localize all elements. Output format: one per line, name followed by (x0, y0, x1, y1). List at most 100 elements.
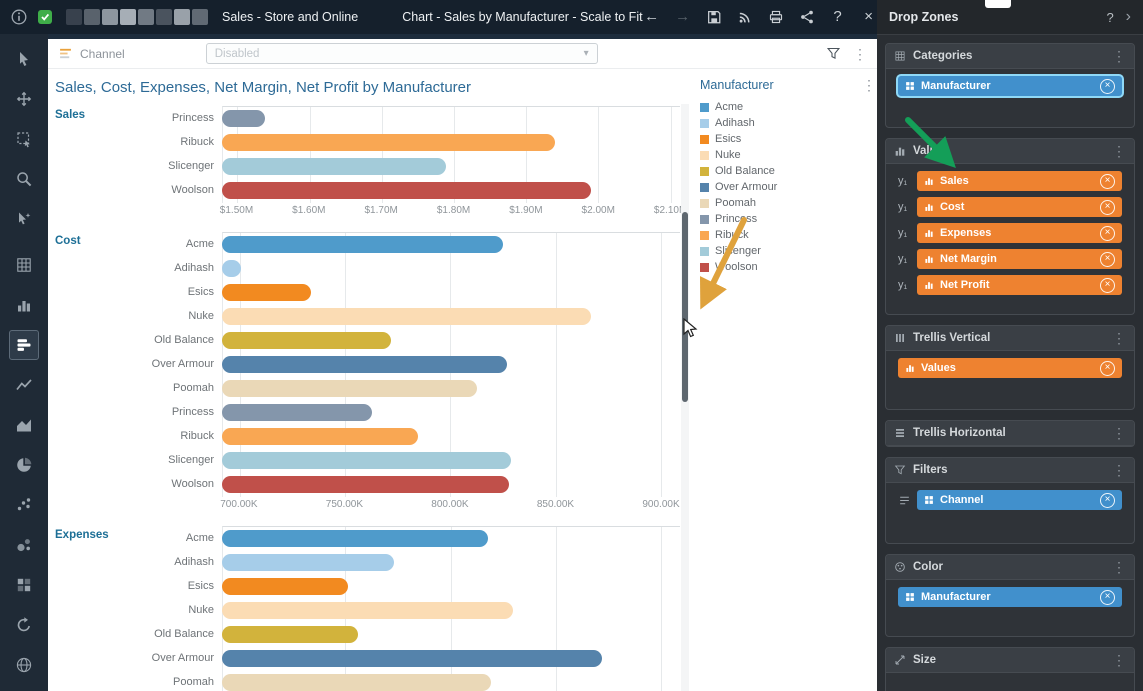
field-chip-net-profit[interactable]: Net Profit× (917, 275, 1122, 295)
field-chip-net-margin[interactable]: Net Margin× (917, 249, 1122, 269)
bar-chart-type[interactable] (9, 330, 39, 360)
data-feed-button[interactable] (736, 8, 754, 26)
panel-scrollbar-thumb[interactable] (985, 0, 1011, 8)
legend-item[interactable]: Nuke (700, 147, 876, 163)
bar[interactable] (222, 134, 555, 151)
scatter-chart-type[interactable] (9, 490, 39, 520)
grid-view[interactable] (9, 250, 39, 280)
field-chip-manufacturer[interactable]: Manufacturer× (898, 587, 1122, 607)
bar[interactable] (222, 578, 348, 595)
bar[interactable] (222, 260, 241, 277)
bubble-chart-type[interactable] (9, 530, 39, 560)
bar[interactable] (222, 332, 391, 349)
bar[interactable] (222, 356, 507, 373)
legend-item[interactable]: Esics (700, 131, 876, 147)
legend-item[interactable]: Ribuck (700, 227, 876, 243)
remove-field-icon[interactable]: × (1100, 493, 1115, 508)
print-button[interactable] (767, 8, 785, 26)
help-icon[interactable]: ? (1106, 10, 1113, 25)
trellis-chart[interactable]: SalesPrincessRibuckSlicengerWoolson$1.50… (48, 102, 680, 691)
legend-item[interactable]: Slicenger (700, 243, 876, 259)
info-icon[interactable] (10, 8, 28, 26)
bar[interactable] (222, 158, 446, 175)
legend-item[interactable]: Over Armour (700, 179, 876, 195)
legend-item[interactable]: Woolson (700, 259, 876, 275)
forward-button[interactable]: → (674, 8, 692, 26)
drop-zone-menu-icon[interactable]: ⋮ (1112, 331, 1126, 345)
bar[interactable] (222, 380, 477, 397)
map-chart-type[interactable] (9, 650, 39, 680)
save-button[interactable] (705, 8, 723, 26)
legend-menu-icon[interactable]: ⋮ (862, 78, 876, 92)
remove-field-icon[interactable]: × (1100, 252, 1115, 267)
pointer-tool[interactable] (9, 44, 39, 74)
legend-item[interactable]: Old Balance (700, 163, 876, 179)
drop-zone-menu-icon[interactable]: ⋮ (1112, 144, 1126, 158)
remove-field-icon[interactable]: × (1100, 278, 1115, 293)
bar[interactable] (222, 428, 418, 445)
remove-field-icon[interactable]: × (1100, 174, 1115, 189)
bar[interactable] (222, 626, 358, 643)
share-button[interactable] (798, 8, 816, 26)
drop-zone-body[interactable]: Channel× (886, 483, 1134, 543)
drop-zone-menu-icon[interactable]: ⋮ (1112, 426, 1126, 440)
field-chip-channel[interactable]: Channel× (917, 490, 1122, 510)
app-icon[interactable] (36, 8, 54, 26)
bar[interactable] (222, 284, 311, 301)
field-chip-expenses[interactable]: Expenses× (917, 223, 1122, 243)
drop-zone-body[interactable]: y₁Sales×y₁Cost×y₁Expenses×y₁Net Margin×y… (886, 164, 1134, 314)
drop-zone-menu-icon[interactable]: ⋮ (1112, 463, 1126, 477)
channel-dropdown[interactable]: Disabled ▾ (206, 43, 598, 64)
column-chart-type[interactable] (9, 290, 39, 320)
chart-vertical-scrollbar[interactable] (681, 104, 689, 691)
drop-zone-body[interactable]: Values× (886, 351, 1134, 409)
zoom-tool[interactable] (9, 164, 39, 194)
drop-zone-body[interactable]: Manufacturer× (886, 580, 1134, 636)
drop-zone-menu-icon[interactable]: ⋮ (1112, 653, 1126, 667)
close-button[interactable]: × (860, 8, 878, 26)
remove-field-icon[interactable]: × (1100, 200, 1115, 215)
filter-bar-menu-icon[interactable]: ⋮ (853, 47, 867, 61)
pie-chart-type[interactable] (9, 450, 39, 480)
remove-field-icon[interactable]: × (1100, 361, 1115, 376)
marquee-select-tool[interactable] (9, 124, 39, 154)
scrollbar-thumb[interactable] (682, 212, 688, 402)
bar[interactable] (222, 404, 372, 421)
remove-field-icon[interactable]: × (1100, 590, 1115, 605)
line-chart-type[interactable] (9, 370, 39, 400)
bar[interactable] (222, 236, 503, 253)
legend-item[interactable]: Poomah (700, 195, 876, 211)
pan-tool[interactable] (9, 84, 39, 114)
bar[interactable] (222, 476, 509, 493)
legend-item[interactable]: Acme (700, 99, 876, 115)
field-chip-cost[interactable]: Cost× (917, 197, 1122, 217)
bar[interactable] (222, 182, 591, 199)
remove-field-icon[interactable]: × (1100, 79, 1115, 94)
drop-zone-menu-icon[interactable]: ⋮ (1112, 560, 1126, 574)
rotate-chart-type[interactable] (9, 610, 39, 640)
drop-zone-menu-icon[interactable]: ⋮ (1112, 49, 1126, 63)
bar[interactable] (222, 650, 602, 667)
legend-item[interactable]: Princess (700, 211, 876, 227)
bar[interactable] (222, 452, 511, 469)
bar[interactable] (222, 674, 491, 691)
back-button[interactable]: ← (643, 8, 661, 26)
help-button[interactable]: ? (829, 8, 847, 26)
bar[interactable] (222, 602, 513, 619)
drop-zone-body[interactable] (886, 673, 1134, 691)
legend-item[interactable]: Adihash (700, 115, 876, 131)
collapse-panel-icon[interactable]: › (1126, 8, 1131, 26)
bar[interactable] (222, 308, 591, 325)
matrix-chart-type[interactable] (9, 570, 39, 600)
remove-field-icon[interactable]: × (1100, 226, 1115, 241)
drop-zone-body[interactable]: Manufacturer× (886, 69, 1134, 127)
bar[interactable] (222, 554, 394, 571)
area-chart-type[interactable] (9, 410, 39, 440)
field-chip-values[interactable]: Values× (898, 358, 1122, 378)
field-chip-sales[interactable]: Sales× (917, 171, 1122, 191)
bar[interactable] (222, 530, 488, 547)
funnel-icon[interactable] (826, 46, 841, 61)
bar[interactable] (222, 110, 265, 127)
lasso-select-tool[interactable] (9, 204, 39, 234)
field-chip-manufacturer[interactable]: Manufacturer× (898, 76, 1122, 96)
